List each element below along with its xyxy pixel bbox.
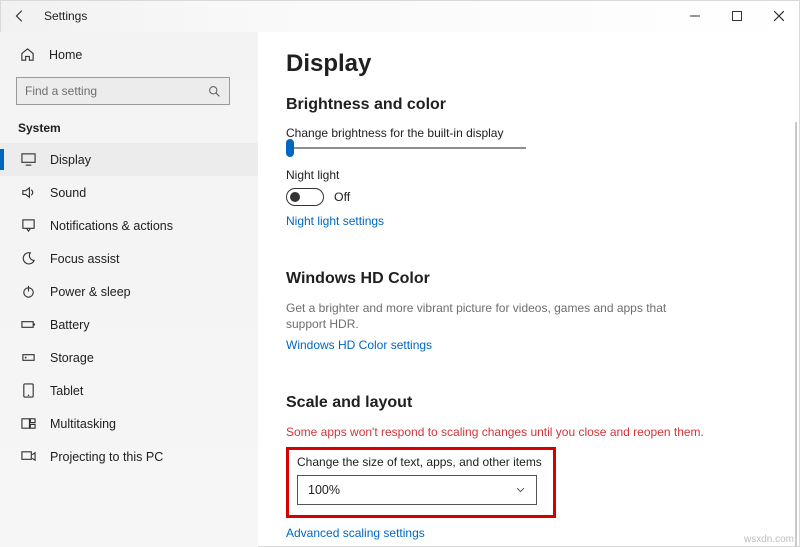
power-icon	[20, 284, 36, 299]
sidebar-item-power-sleep[interactable]: Power & sleep	[0, 275, 258, 308]
scale-dropdown-value: 100%	[308, 483, 340, 497]
scrollbar[interactable]	[795, 122, 797, 547]
brightness-slider-label: Change brightness for the built-in displ…	[286, 126, 772, 140]
sidebar-item-battery[interactable]: Battery	[0, 308, 258, 341]
sidebar-item-label: Projecting to this PC	[50, 450, 163, 464]
brightness-heading: Brightness and color	[286, 96, 772, 114]
search-icon	[208, 85, 221, 98]
project-icon	[20, 449, 36, 464]
scale-warning: Some apps won't respond to scaling chang…	[286, 424, 706, 440]
window-title: Settings	[40, 9, 87, 23]
notify-icon	[20, 218, 36, 233]
sidebar-item-storage[interactable]: Storage	[0, 341, 258, 374]
scale-dropdown-label: Change the size of text, apps, and other…	[297, 455, 545, 469]
hd-color-settings-link[interactable]: Windows HD Color settings	[286, 338, 432, 352]
storage-icon	[20, 350, 36, 365]
night-light-toggle[interactable]	[286, 188, 324, 206]
chevron-down-icon	[515, 484, 526, 495]
sidebar-item-display[interactable]: Display	[0, 143, 258, 176]
maximize-button[interactable]	[716, 0, 758, 32]
sidebar-item-label: Notifications & actions	[50, 219, 173, 233]
sidebar-item-label: Storage	[50, 351, 94, 365]
sidebar-item-sound[interactable]: Sound	[0, 176, 258, 209]
watermark: wsxdn.com	[744, 534, 794, 545]
sidebar-section-label: System	[0, 117, 258, 143]
brightness-slider[interactable]	[286, 142, 526, 154]
close-button[interactable]	[758, 0, 800, 32]
title-bar: Settings	[0, 0, 800, 32]
search-input[interactable]: Find a setting	[16, 77, 230, 105]
highlight-annotation: Change the size of text, apps, and other…	[286, 447, 556, 518]
sidebar-item-label: Tablet	[50, 384, 83, 398]
sidebar-item-label: Power & sleep	[50, 285, 131, 299]
display-icon	[20, 152, 36, 167]
scale-dropdown[interactable]: 100%	[297, 475, 537, 505]
sound-icon	[20, 185, 36, 200]
sidebar: Home Find a setting System Display Sound N…	[0, 32, 258, 547]
scale-heading: Scale and layout	[286, 394, 772, 412]
sidebar-item-projecting-to-this-pc[interactable]: Projecting to this PC	[0, 440, 258, 473]
page-title: Display	[286, 50, 772, 78]
hd-color-heading: Windows HD Color	[286, 270, 772, 288]
content-area: Display Brightness and color Change brig…	[258, 32, 800, 547]
home-icon	[20, 47, 35, 62]
sidebar-item-label: Battery	[50, 318, 90, 332]
search-placeholder: Find a setting	[25, 84, 97, 98]
moon-icon	[20, 251, 36, 266]
back-button[interactable]	[0, 9, 40, 23]
sidebar-item-tablet[interactable]: Tablet	[0, 374, 258, 407]
night-light-settings-link[interactable]: Night light settings	[286, 214, 384, 228]
sidebar-item-label: Sound	[50, 186, 86, 200]
hd-color-desc: Get a brighter and more vibrant picture …	[286, 300, 686, 332]
sidebar-item-focus-assist[interactable]: Focus assist	[0, 242, 258, 275]
night-light-label: Night light	[286, 168, 772, 182]
minimize-button[interactable]	[674, 0, 716, 32]
night-light-state: Off	[334, 190, 350, 204]
sidebar-item-notifications-actions[interactable]: Notifications & actions	[0, 209, 258, 242]
sidebar-item-multitasking[interactable]: Multitasking	[0, 407, 258, 440]
sidebar-item-label: Multitasking	[50, 417, 116, 431]
advanced-scaling-link[interactable]: Advanced scaling settings	[286, 526, 425, 540]
home-label: Home	[49, 48, 82, 62]
multitask-icon	[20, 416, 36, 431]
battery-icon	[20, 317, 36, 332]
tablet-icon	[20, 383, 36, 398]
sidebar-item-label: Display	[50, 153, 91, 167]
sidebar-item-label: Focus assist	[50, 252, 119, 266]
home-nav[interactable]: Home	[0, 38, 258, 71]
